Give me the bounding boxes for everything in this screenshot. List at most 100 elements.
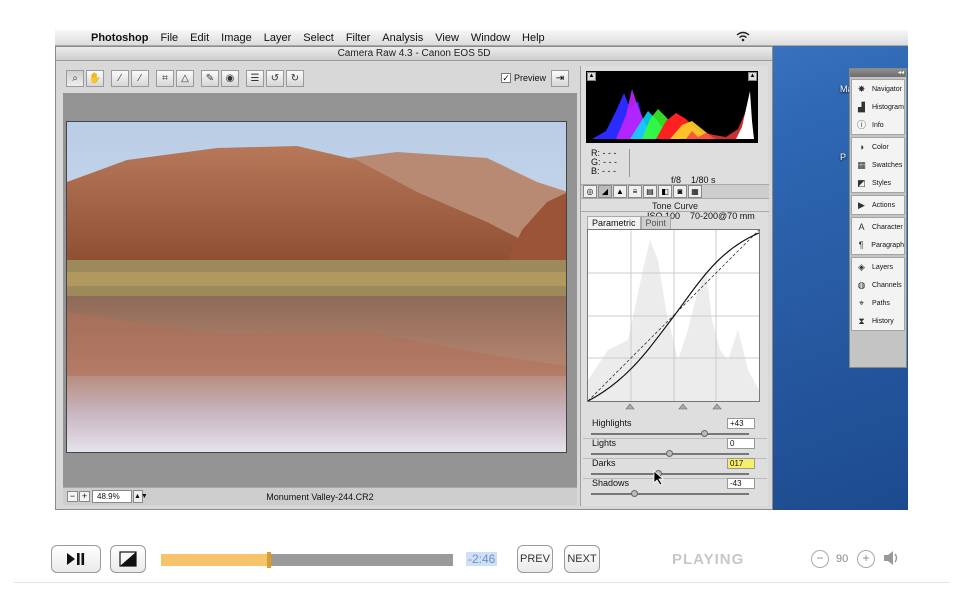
highlight-clipping-icon[interactable]: ▲	[748, 72, 757, 81]
progress-handle[interactable]	[267, 552, 272, 568]
preview-label: Preview	[514, 73, 547, 83]
palette-swatches[interactable]: ▦ Swatches	[852, 156, 904, 174]
highlights-slider[interactable]: Highlights +43	[589, 418, 755, 438]
darks-track[interactable]	[591, 473, 749, 475]
palette-label: Paths	[872, 299, 890, 307]
palette-label: Character	[872, 223, 903, 231]
straighten-tool-icon[interactable]: △	[176, 70, 194, 87]
preview-toggle[interactable]: ✓ Preview	[501, 73, 546, 83]
palette-paragraph[interactable]: ¶ Paragraph	[852, 236, 904, 254]
palette-styles[interactable]: ◩ Styles	[852, 174, 904, 192]
panel-title: Tone Curve	[581, 200, 769, 212]
palette-color[interactable]: ◑ Color	[852, 138, 904, 156]
palette-character[interactable]: A Character	[852, 218, 904, 236]
curve-split-handles[interactable]	[587, 403, 762, 411]
preferences-icon[interactable]: ☰	[246, 70, 264, 87]
channels-icon: ◍	[857, 279, 866, 290]
menu-help[interactable]: Help	[522, 32, 545, 44]
hsl-tab-icon[interactable]: ≡	[628, 185, 642, 198]
menu-analysis[interactable]: Analysis	[382, 32, 423, 44]
darks-slider[interactable]: Darks 017	[589, 458, 755, 478]
volume-down-button[interactable]: −	[811, 550, 829, 568]
monument-valley-photo	[66, 121, 567, 453]
palette-channels[interactable]: ◍ Channels	[852, 276, 904, 294]
progress-bar[interactable]	[161, 552, 453, 568]
detail-tab-icon[interactable]: ▲	[613, 185, 627, 198]
palette-label: Color	[872, 143, 889, 151]
preview-checkbox[interactable]: ✓	[501, 73, 511, 83]
speaker-icon[interactable]	[882, 548, 902, 573]
volume-level: 90	[836, 553, 849, 565]
shadows-value[interactable]: -43	[727, 478, 755, 489]
character-icon: A	[858, 221, 865, 232]
rotate-left-icon[interactable]: ↺	[266, 70, 284, 87]
tone-curve-tab-icon[interactable]: ◢	[598, 185, 612, 198]
navigator-icon: ✸	[857, 83, 866, 94]
volume-up-button[interactable]: +	[857, 550, 875, 568]
lights-slider[interactable]: Lights 0	[589, 438, 755, 458]
palette-history[interactable]: ⧗ History	[852, 312, 904, 330]
disk-label: P	[840, 152, 847, 162]
collapse-dock-icon[interactable]: ◂◂	[850, 69, 906, 77]
split-toning-tab-icon[interactable]: ▤	[643, 185, 657, 198]
menu-photoshop[interactable]: Photoshop	[91, 32, 148, 44]
shadows-thumb[interactable]	[631, 490, 639, 497]
lights-value[interactable]: 0	[727, 438, 755, 449]
time-remaining: -2:46	[466, 552, 498, 566]
prev-button[interactable]: PREV	[517, 545, 553, 573]
rotate-right-icon[interactable]: ↻	[286, 70, 304, 87]
palette-label: Swatches	[872, 161, 903, 169]
shadow-clipping-icon[interactable]: ▲	[587, 72, 596, 81]
highlights-track[interactable]	[591, 433, 749, 435]
menu-image[interactable]: Image	[221, 32, 252, 44]
palette-label: Info	[872, 121, 884, 129]
basic-tab-icon[interactable]: ◎	[583, 185, 597, 198]
adjustment-tabs: ◎ ◢ ▲ ≡ ▤ ◧ ◙ ▦	[581, 184, 769, 199]
darks-value[interactable]: 017	[727, 458, 755, 469]
color-sampler-tool-icon[interactable]: ⁄	[131, 70, 149, 87]
next-button[interactable]: NEXT	[564, 545, 600, 573]
actions-icon: ▶	[858, 199, 865, 210]
wifi-icon[interactable]	[736, 31, 750, 45]
palette-group: ◈ Layers ◍ Channels ⌖ Paths ⧗ History	[851, 257, 905, 331]
menu-layer[interactable]: Layer	[264, 32, 292, 44]
menu-edit[interactable]: Edit	[190, 32, 209, 44]
hand-tool-icon[interactable]: ✋	[86, 70, 104, 87]
retouch-tool-icon[interactable]: ✎	[201, 70, 219, 87]
crop-tool-icon[interactable]: ⌗	[156, 70, 174, 87]
lights-thumb[interactable]	[666, 450, 673, 457]
menu-window[interactable]: Window	[471, 32, 510, 44]
presets-tab-icon[interactable]: ▦	[688, 185, 702, 198]
palette-histogram[interactable]: ▟ Histogram	[852, 98, 904, 116]
shadows-track[interactable]	[591, 493, 749, 495]
palette-navigator[interactable]: ✸ Navigator	[852, 80, 904, 98]
palette-layers[interactable]: ◈ Layers	[852, 258, 904, 276]
white-balance-tool-icon[interactable]: ⁄	[111, 70, 129, 87]
highlights-thumb[interactable]	[700, 430, 708, 437]
info-icon: ⓘ	[856, 119, 866, 130]
fullscreen-button[interactable]: ⇥	[551, 70, 569, 87]
camera-calibration-tab-icon[interactable]: ◙	[673, 185, 687, 198]
highlights-value[interactable]: +43	[727, 418, 755, 429]
shadows-slider[interactable]: Shadows -43	[589, 478, 755, 498]
paths-icon: ⌖	[858, 297, 865, 308]
video-player-stage: Macin P Photoshop File Edit Image Layer …	[0, 0, 956, 590]
tab-parametric[interactable]: Parametric	[587, 216, 641, 229]
zoom-tool-icon[interactable]: ⌕	[66, 70, 84, 87]
pixel-readout: R: - - - G: - - - B: - - - f/8 1/80 s IS…	[585, 146, 767, 222]
play-pause-button[interactable]	[51, 545, 101, 573]
stop-button[interactable]	[110, 545, 146, 573]
palette-paths[interactable]: ⌖ Paths	[852, 294, 904, 312]
tab-point[interactable]: Point	[640, 216, 672, 229]
photoshop-palette-dock: ◂◂ ✸ Navigator ▟ Histogram ⓘ Info ◑ Color ▦ S…	[849, 68, 907, 368]
lens-corrections-tab-icon[interactable]: ◧	[658, 185, 672, 198]
palette-actions[interactable]: ▶ Actions	[852, 196, 904, 214]
menu-filter[interactable]: Filter	[346, 32, 370, 44]
tone-curve-graph[interactable]	[587, 229, 760, 402]
lights-label: Lights	[592, 438, 617, 448]
menu-file[interactable]: File	[160, 32, 178, 44]
red-eye-tool-icon[interactable]: ◉	[221, 70, 239, 87]
menu-select[interactable]: Select	[303, 32, 334, 44]
menu-view[interactable]: View	[435, 32, 459, 44]
palette-info[interactable]: ⓘ Info	[852, 116, 904, 134]
